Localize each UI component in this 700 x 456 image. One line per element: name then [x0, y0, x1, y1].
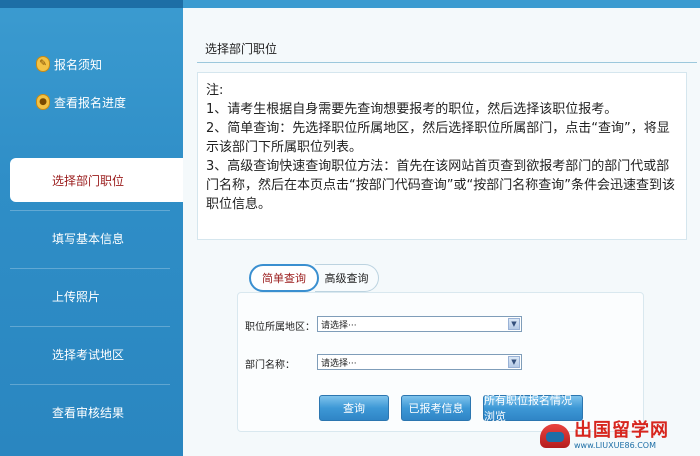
- logo-title: 出国留学网: [574, 419, 669, 441]
- department-select-value: 请选择···: [321, 358, 357, 369]
- sidebar-item-label: 选择部门职位: [52, 173, 125, 188]
- notice-heading: 注:: [206, 83, 224, 98]
- sidebar-item-registration-notice[interactable]: ✎ 报名须知: [0, 46, 183, 82]
- main-top-bar: [183, 0, 700, 8]
- logo-mark-icon: [540, 423, 570, 448]
- tab-simple-query[interactable]: 简单查询: [249, 264, 319, 292]
- sidebar-divider: [10, 326, 170, 327]
- sidebar-item-basic-info[interactable]: 填写基本信息: [0, 220, 183, 256]
- chevron-down-icon[interactable]: ▼: [508, 318, 520, 330]
- sidebar-item-label: 查看报名进度: [54, 95, 127, 110]
- notice-line-1: 1、请考生根据自身需要先查询想要报考的职位，然后选择该职位报考。: [206, 102, 618, 117]
- title-divider: [197, 62, 697, 63]
- department-select[interactable]: 请选择··· ▼: [317, 354, 522, 370]
- region-select-value: 请选择···: [321, 320, 357, 331]
- watermark-logo: 出国留学网 www.LIUXUE86.COM: [540, 415, 700, 456]
- region-field-label: 职位所属地区：: [245, 322, 315, 333]
- department-field-label: 部门名称：: [245, 360, 295, 371]
- query-button[interactable]: 查询: [319, 395, 389, 421]
- sidebar-item-review-result[interactable]: 查看审核结果: [0, 394, 183, 430]
- sidebar-item-label: 填写基本信息: [52, 231, 125, 246]
- progress-icon: ●: [36, 94, 50, 110]
- sidebar-item-exam-region[interactable]: 选择考试地区: [0, 336, 183, 372]
- sidebar-item-label: 上传照片: [52, 289, 101, 304]
- sidebar-item-label: 选择考试地区: [52, 347, 125, 362]
- sidebar-item-label: 报名须知: [54, 57, 103, 72]
- sidebar-divider: [10, 210, 170, 211]
- sidebar-item-upload-photo[interactable]: 上传照片: [0, 278, 183, 314]
- query-form: 高级查询 简单查询 职位所属地区： 请选择··· ▼ 部门名称： 请选择··· …: [227, 262, 647, 432]
- sidebar-divider: [10, 384, 170, 385]
- logo-url: www.LIUXUE86.COM: [574, 440, 657, 450]
- sidebar-item-label: 查看审核结果: [52, 405, 125, 420]
- notice-line-3: 3、高级查询快速查询职位方法：首先在该网站首页查到欲报考部门的部门代或部门名称，…: [206, 159, 675, 212]
- tab-advanced-query[interactable]: 高级查询: [315, 264, 379, 292]
- applied-info-button[interactable]: 已报考信息: [401, 395, 471, 421]
- sidebar: ✎ 报名须知 ● 查看报名进度 选择部门职位 填写基本信息 上传照片 选择考试地…: [0, 0, 183, 456]
- info-icon: ✎: [36, 56, 50, 72]
- page-title: 选择部门职位: [205, 42, 278, 56]
- region-select[interactable]: 请选择··· ▼: [317, 316, 522, 332]
- chevron-down-icon[interactable]: ▼: [508, 356, 520, 368]
- sidebar-item-registration-progress[interactable]: ● 查看报名进度: [0, 84, 183, 120]
- notice-line-2: 2、简单查询：先选择职位所属地区，然后选择职位所属部门，点击“查询”，将显示该部…: [206, 121, 670, 155]
- main-content: 选择部门职位 注: 1、请考生根据自身需要先查询想要报考的职位，然后选择该职位报…: [183, 0, 700, 456]
- logo-text: 出国留学网 www.LIUXUE86.COM: [574, 419, 669, 451]
- sidebar-top-bar: [0, 0, 183, 8]
- sidebar-divider: [10, 268, 170, 269]
- notice-box: 注: 1、请考生根据自身需要先查询想要报考的职位，然后选择该职位报考。 2、简单…: [197, 72, 687, 240]
- sidebar-item-select-position[interactable]: 选择部门职位: [10, 158, 183, 202]
